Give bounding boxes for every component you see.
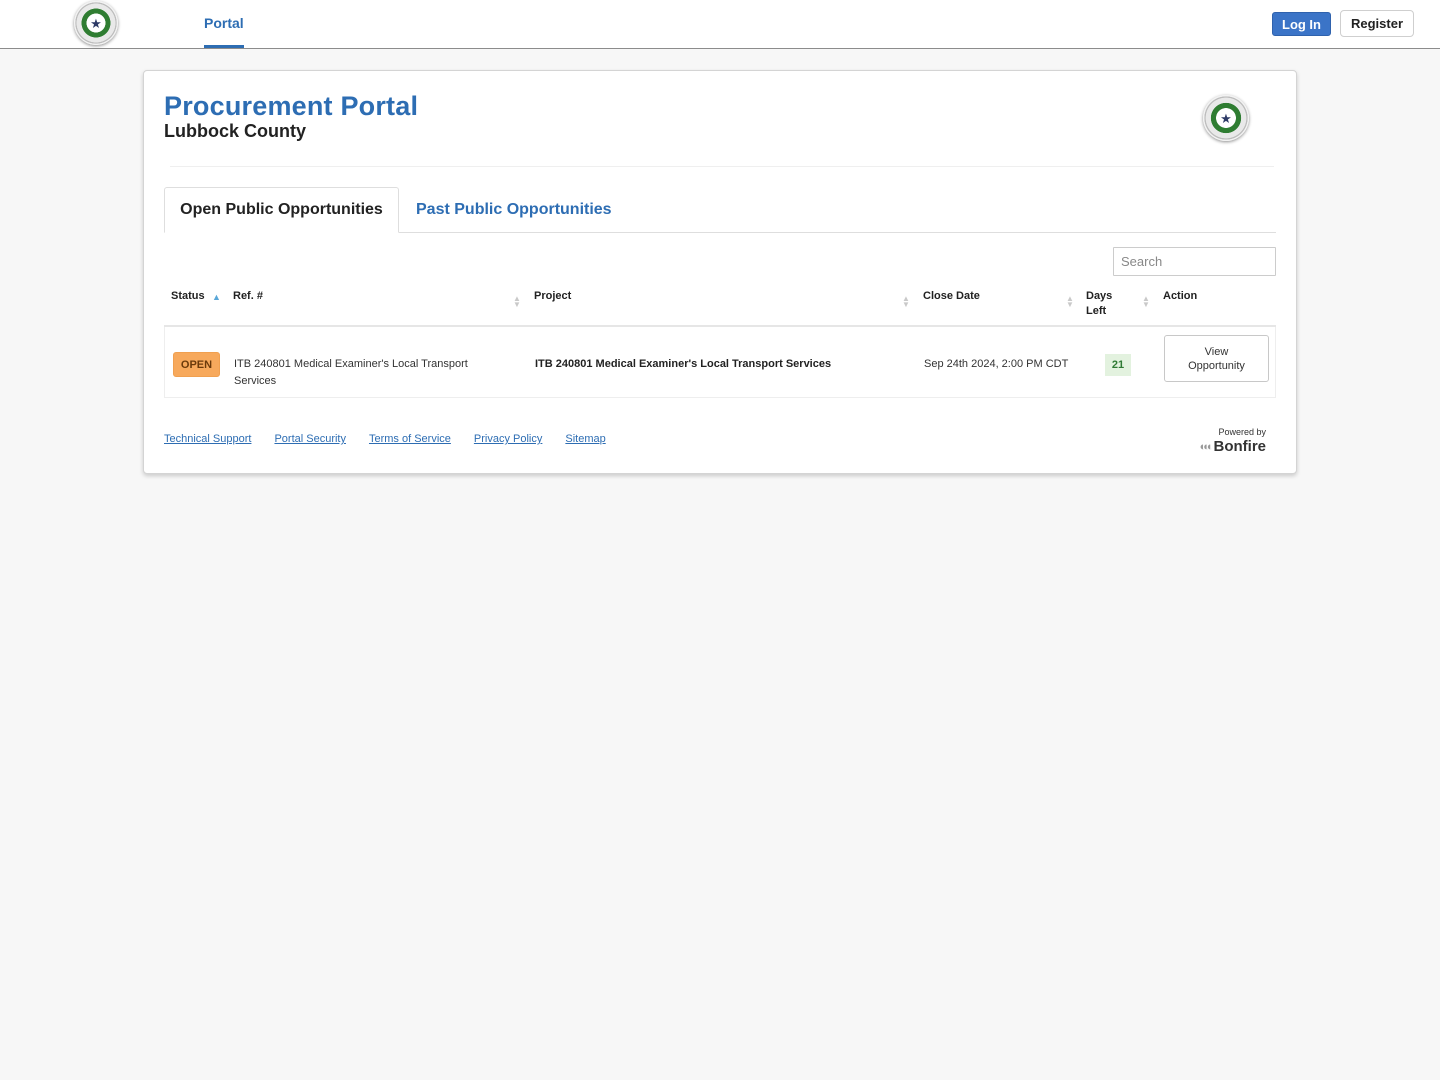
table-header: Status ▲ Ref. # ▲ ▼ Project ▲ ▼ Close Date…: [164, 281, 1276, 327]
tab-open-opportunities[interactable]: Open Public Opportunities: [164, 187, 399, 233]
column-header-ref[interactable]: Ref. #: [233, 289, 263, 304]
footer-link-privacy-policy[interactable]: Privacy Policy: [474, 433, 542, 445]
search-input[interactable]: [1113, 247, 1276, 276]
star-icon: ★: [1220, 110, 1232, 126]
column-header-status[interactable]: Status: [171, 289, 205, 304]
bonfire-flame-icon: ◐◐◐: [1199, 441, 1214, 453]
column-header-action: Action: [1163, 290, 1198, 302]
close-date: Sep 24th 2024, 2:00 PM CDT: [924, 358, 1069, 370]
county-seal-icon: ★: [1203, 95, 1249, 141]
sort-icon[interactable]: ▲ ▼: [1142, 295, 1150, 309]
column-header-days-left[interactable]: Days Left: [1086, 289, 1126, 319]
footer-link-terms-of-service[interactable]: Terms of Service: [369, 433, 451, 445]
status-badge: OPEN: [173, 352, 220, 377]
star-icon: ★: [90, 15, 102, 31]
header-divider: [170, 166, 1274, 167]
page-title: Procurement Portal: [164, 91, 419, 121]
column-header-close-date[interactable]: Close Date: [923, 289, 980, 304]
sort-icon[interactable]: ▲ ▼: [513, 295, 521, 309]
top-navbar: ★ Portal Log In Register: [0, 0, 1440, 49]
days-left-badge: 21: [1105, 354, 1131, 376]
footer-link-sitemap[interactable]: Sitemap: [565, 433, 605, 445]
login-button[interactable]: Log In: [1272, 12, 1331, 36]
sort-icon[interactable]: ▲ ▼: [902, 295, 910, 309]
portal-card: Procurement Portal Lubbock County ★ Open…: [143, 70, 1297, 474]
opportunity-tabs: Open Public Opportunities Past Public Op…: [164, 187, 1276, 233]
county-seal-icon[interactable]: ★: [74, 1, 118, 45]
bonfire-logo: ◐◐◐ Bonfire: [1200, 439, 1266, 455]
table-row: OPEN ITB 240801 Medical Examiner's Local…: [164, 327, 1276, 398]
powered-by-bonfire[interactable]: Powered by ◐◐◐ Bonfire: [1200, 427, 1266, 455]
view-opportunity-button[interactable]: View Opportunity: [1164, 335, 1269, 382]
footer-link-portal-security[interactable]: Portal Security: [274, 433, 346, 445]
tab-past-opportunities[interactable]: Past Public Opportunities: [416, 187, 612, 233]
project-name: ITB 240801 Medical Examiner's Local Tran…: [535, 358, 832, 370]
sort-icon[interactable]: ▲ ▼: [1066, 295, 1074, 309]
register-button[interactable]: Register: [1340, 10, 1414, 37]
powered-by-label: Powered by: [1218, 427, 1266, 437]
sort-ascending-icon[interactable]: ▲: [212, 293, 221, 302]
footer-links: Technical Support Portal Security Terms …: [164, 433, 629, 445]
footer-link-technical-support[interactable]: Technical Support: [164, 433, 251, 445]
column-header-project[interactable]: Project: [534, 289, 571, 304]
page-subtitle: Lubbock County: [164, 121, 306, 141]
bonfire-wordmark: Bonfire: [1213, 438, 1267, 455]
ref-number: ITB 240801 Medical Examiner's Local Tran…: [234, 358, 468, 387]
nav-portal-link[interactable]: Portal: [204, 0, 244, 48]
